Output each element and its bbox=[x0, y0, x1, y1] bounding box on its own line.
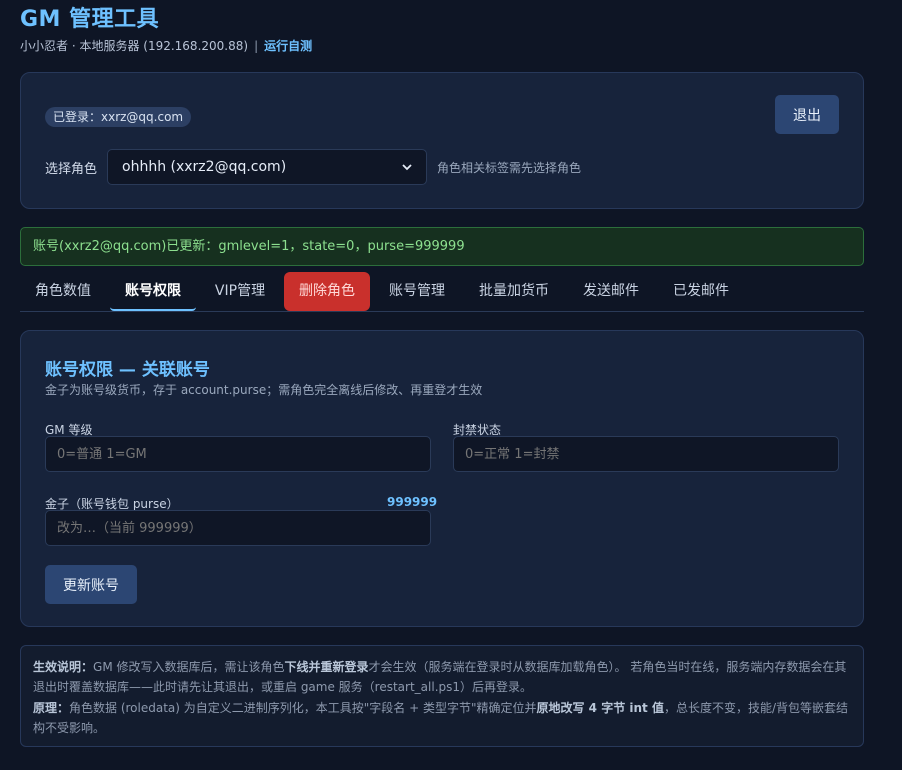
logged-in-badge: 已登录：xxrz@qq.com bbox=[45, 107, 192, 127]
update-account-button[interactable]: 更新账号 bbox=[45, 565, 137, 604]
account-perm-title: 账号权限 — 关联账号 bbox=[45, 360, 210, 380]
tab-delete-role[interactable]: 删除角色 bbox=[284, 272, 370, 311]
subtitle-separator: | bbox=[254, 39, 259, 53]
header: GM 管理工具 小小忍者 · 本地服务器 (192.168.200.88) | 运行… bbox=[20, 6, 312, 54]
tab-account-perm[interactable]: 账号权限 bbox=[110, 272, 196, 311]
gm-level-input[interactable] bbox=[45, 436, 431, 472]
effect-note-part1: GM 修改写入数据库后，需让该角色 bbox=[93, 660, 285, 674]
effect-note-title: 生效说明： bbox=[33, 660, 94, 674]
tab-vip[interactable]: VIP管理 bbox=[200, 272, 280, 311]
account-perm-description: 金子为账号级货币，存于 account.purse；需角色完全离线后修改、再重登… bbox=[45, 383, 483, 397]
gm-tool-app: GM 管理工具 小小忍者 · 本地服务器 (192.168.200.88) | 运行… bbox=[0, 0, 902, 770]
success-alert: 账号(xxrz2@qq.com)已更新：gmlevel=1，state=0，pu… bbox=[20, 227, 864, 266]
role-select-hint: 角色相关标签需先选择角色 bbox=[437, 160, 582, 175]
tab-send-mail[interactable]: 发送邮件 bbox=[568, 272, 654, 311]
tab-sent-mail[interactable]: 已发邮件 bbox=[658, 272, 744, 311]
tab-account-manage[interactable]: 账号管理 bbox=[374, 272, 460, 311]
server-info: 小小忍者 · 本地服务器 (192.168.200.88) bbox=[20, 39, 249, 53]
role-select[interactable]: ohhhh (xxrz2@qq.com) bbox=[107, 149, 428, 185]
page-title: GM 管理工具 bbox=[20, 7, 160, 32]
chevron-down-icon bbox=[402, 159, 412, 175]
notes-panel: 生效说明：GM 修改写入数据库后，需让该角色下线并重新登录才会生效（服务端在登录… bbox=[20, 645, 864, 747]
gold-current-value: 999999 bbox=[387, 495, 438, 509]
role-select-label: 选择角色 bbox=[45, 161, 98, 177]
page-subtitle: 小小忍者 · 本地服务器 (192.168.200.88) | 运行自测 bbox=[20, 38, 312, 54]
logout-button[interactable]: 退出 bbox=[775, 95, 839, 134]
principle-note-title: 原理： bbox=[33, 700, 70, 715]
login-card: 已登录：xxrz@qq.com 退出 选择角色 ohhhh (xxrz2@qq.… bbox=[20, 72, 864, 209]
role-select-value: ohhhh (xxrz2@qq.com) bbox=[122, 159, 287, 175]
gold-input[interactable] bbox=[45, 510, 431, 546]
effect-note-bold: 下线并重新登录 bbox=[284, 660, 369, 674]
principle-note-part1: 角色数据 (roledata) 为自定义二进制序列化，本工具按"字段名 + 类型… bbox=[69, 700, 537, 715]
role-select-row: 选择角色 ohhhh (xxrz2@qq.com) 角色相关标签需先选择角色 bbox=[45, 149, 581, 185]
ban-state-input[interactable] bbox=[453, 436, 839, 472]
account-perm-card: 账号权限 — 关联账号 金子为账号级货币，存于 account.purse；需角… bbox=[20, 330, 864, 627]
self-test-link[interactable]: 运行自测 bbox=[264, 39, 312, 53]
tab-role-stats[interactable]: 角色数值 bbox=[20, 272, 106, 311]
principle-note-bold: 原地改写 4 字节 int 值 bbox=[536, 700, 664, 715]
tab-batch-currency[interactable]: 批量加货币 bbox=[464, 272, 564, 311]
tab-bar: 角色数值 账号权限 VIP管理 删除角色 账号管理 批量加货币 发送邮件 已发邮… bbox=[20, 272, 864, 312]
